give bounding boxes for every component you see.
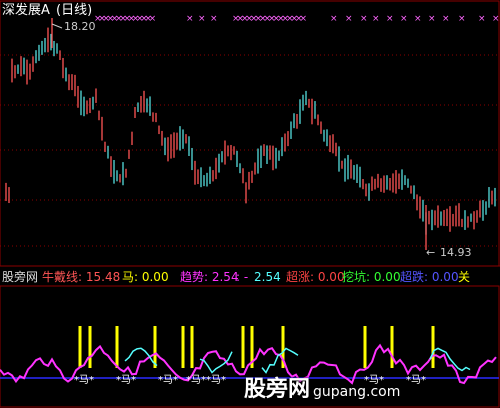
ma-marker: *马*: [74, 374, 94, 386]
cross-marker: ×: [345, 14, 353, 24]
cross-marker: ×: [442, 14, 450, 24]
cross-marker: ×: [300, 14, 308, 24]
cross-marker: ×: [400, 14, 408, 24]
cross-marker: ×: [198, 14, 206, 24]
cross-marker: ×: [149, 14, 157, 24]
ma-marker: *马*: [186, 374, 206, 386]
cross-marker: ×: [478, 14, 486, 24]
period-label: (日线): [56, 3, 92, 18]
trend-line-2: [429, 347, 471, 372]
cross-marker: ×: [458, 14, 466, 24]
legend-guan: 关: [458, 270, 470, 284]
legend-dash: : -: [236, 270, 248, 284]
signal-bar: [390, 326, 394, 368]
legend-chaodie: 超跌: 0.00: [400, 269, 459, 284]
cross-marker: ×: [414, 14, 422, 24]
high-marker-line: [51, 23, 63, 29]
top-cross-markers: ×××××××××××××× ××××××××××××××××× × × × × × × × × ×…: [94, 14, 500, 24]
legend-trend: 趋势: 2.54: [180, 270, 239, 284]
signal-bar: [78, 326, 82, 368]
site-label: 股旁网: [2, 269, 38, 284]
signal-bar: [181, 326, 185, 368]
cross-marker: ×: [360, 14, 368, 24]
candlesticks: [5, 18, 496, 250]
signal-bar: [115, 326, 119, 368]
cross-marker: ×: [492, 14, 500, 24]
signal-bar: [431, 326, 435, 368]
trend-line-2: [261, 347, 299, 374]
legend-chaozhang: 超涨: 0.00: [286, 269, 345, 284]
legend-wakeng: 挖坑: 0.00: [342, 269, 401, 284]
cross-marker: ×: [386, 14, 394, 24]
indicator-legend: 股旁网 牛戴线: 15.48 马: 0.00 趋势: 2.54 : - 2.54…: [2, 269, 470, 284]
cross-marker: ×: [210, 14, 218, 24]
trend-line-2: [124, 347, 158, 367]
cross-marker: ×: [428, 14, 436, 24]
ma-marker: *马*: [158, 374, 178, 386]
cross-marker: ×: [372, 14, 380, 24]
watermark: 股旁网 gupang.com: [244, 371, 400, 403]
legend-trend2: 2.54: [254, 270, 281, 284]
signal-bar: [88, 326, 92, 368]
watermark-url: gupang.com: [313, 384, 401, 400]
chart-canvas: ×××××××××××××× ××××××××××××××××× × × × × × × × × ×…: [0, 0, 500, 408]
ma-marker: *马*: [406, 374, 426, 386]
high-marker-value: 18.20: [64, 20, 96, 33]
price-panel-frame: [0, 0, 500, 267]
signal-bar: [363, 326, 367, 368]
stock-title: 深发展A: [2, 2, 50, 18]
signal-bar: [153, 326, 157, 368]
ma-marker: *马*: [206, 374, 226, 386]
legend-niudai: 牛戴线: 15.48: [42, 269, 120, 284]
low-marker-arrow: ←: [426, 246, 435, 259]
cross-marker: ×: [186, 14, 194, 24]
watermark-cn: 股旁网: [244, 377, 311, 402]
legend-ma: 马: 0.00: [122, 270, 169, 284]
signal-bar: [190, 326, 194, 368]
ma-marker: *马*: [116, 374, 136, 386]
signal-bar: [241, 326, 245, 368]
low-marker-value: 14.93: [440, 246, 472, 259]
cross-marker: ×: [330, 14, 338, 24]
